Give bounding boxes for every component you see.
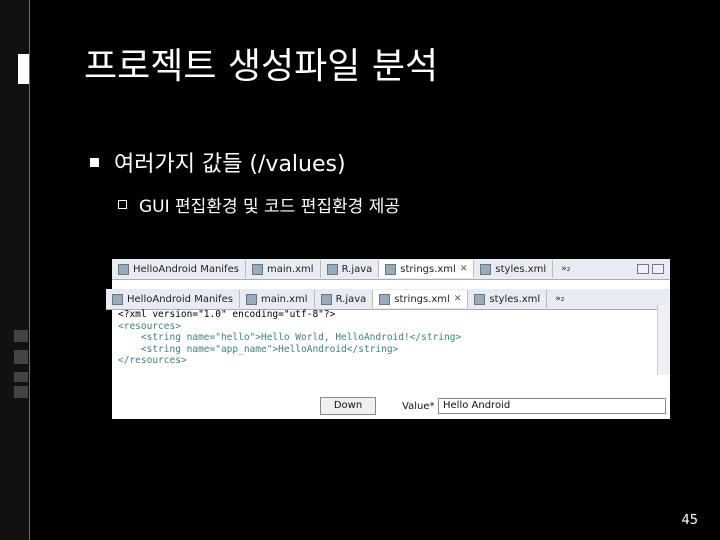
- editor-tabbar-front: HelloAndroid Manifes main.xml R.java str…: [106, 289, 670, 310]
- decor-square: [14, 386, 28, 398]
- file-icon: [379, 293, 391, 305]
- file-icon: [112, 293, 123, 305]
- tab-strings-xml[interactable]: strings.xml ✕: [379, 260, 475, 278]
- tab-manifest[interactable]: HelloAndroid Manifes: [106, 290, 240, 308]
- down-button[interactable]: Down: [320, 397, 376, 415]
- tab-r-java[interactable]: R.java: [321, 260, 380, 278]
- file-icon: [245, 293, 257, 305]
- window-controls: [637, 264, 670, 274]
- java-file-icon: [326, 263, 338, 275]
- close-icon[interactable]: ✕: [460, 264, 468, 274]
- tab-overflow[interactable]: »₂: [561, 264, 570, 274]
- page-number: 45: [681, 513, 698, 528]
- bullet-level2-text: GUI 편집환경 및 코드 편집환경 제공: [139, 197, 400, 217]
- bullet-hollow-square-icon: [118, 200, 127, 209]
- value-label: Value*: [402, 401, 435, 412]
- code-line: </resources>: [118, 355, 187, 366]
- divider-line: [29, 0, 30, 540]
- tab-main-xml[interactable]: main.xml: [246, 260, 321, 278]
- decor-square: [14, 330, 28, 342]
- file-icon: [385, 263, 397, 275]
- close-icon[interactable]: ✕: [454, 294, 462, 304]
- vertical-scrollbar[interactable]: [657, 305, 670, 375]
- minimize-icon[interactable]: [637, 264, 649, 274]
- tab-r-java[interactable]: R.java: [315, 290, 374, 308]
- xml-code-area[interactable]: <?xml version="1.0" encoding="utf-8"?> <r…: [118, 309, 461, 367]
- code-line: <resources>: [118, 320, 181, 332]
- bullet-level2: GUI 편집환경 및 코드 편집환경 제공: [118, 192, 400, 217]
- bullet-square-icon: [90, 157, 99, 167]
- tab-strings-xml[interactable]: strings.xml ✕: [373, 290, 469, 308]
- value-input[interactable]: Hello Android: [438, 398, 666, 414]
- java-file-icon: [320, 293, 332, 305]
- decor-square: [14, 350, 28, 364]
- decor-square: [14, 372, 28, 382]
- maximize-icon[interactable]: [652, 264, 664, 274]
- code-line: <?xml version="1.0" encoding="utf-8"?>: [118, 309, 336, 320]
- tab-overflow[interactable]: »₂: [555, 294, 564, 304]
- bullet-level1: 여러가지 값들 (/values): [90, 146, 346, 178]
- bullet-level1-text: 여러가지 값들 (/values): [114, 152, 346, 177]
- slide: 프로젝트 생성파일 분석 여러가지 값들 (/values) GUI 편집환경 …: [0, 0, 720, 540]
- file-icon: [118, 263, 129, 275]
- file-icon: [480, 263, 492, 275]
- tab-main-xml[interactable]: main.xml: [240, 290, 315, 308]
- file-icon: [474, 293, 486, 305]
- tab-styles-xml[interactable]: styles.xml: [474, 260, 554, 278]
- file-icon: [251, 263, 263, 275]
- tab-manifest[interactable]: HelloAndroid Manifes: [112, 260, 246, 278]
- code-line: <string name="hello">Hello World, HelloA…: [118, 332, 462, 343]
- editor-tabbar-back: HelloAndroid Manifes main.xml R.java str…: [112, 259, 670, 280]
- code-line: <string name="app_name">HelloAndroid</st…: [118, 343, 399, 355]
- value-editor-panel: Down Value* Hello Android: [318, 389, 666, 417]
- editor-screenshot: HelloAndroid Manifes main.xml R.java str…: [106, 259, 670, 419]
- slide-title: 프로젝트 생성파일 분석: [84, 46, 439, 87]
- tab-styles-xml[interactable]: styles.xml: [468, 290, 548, 308]
